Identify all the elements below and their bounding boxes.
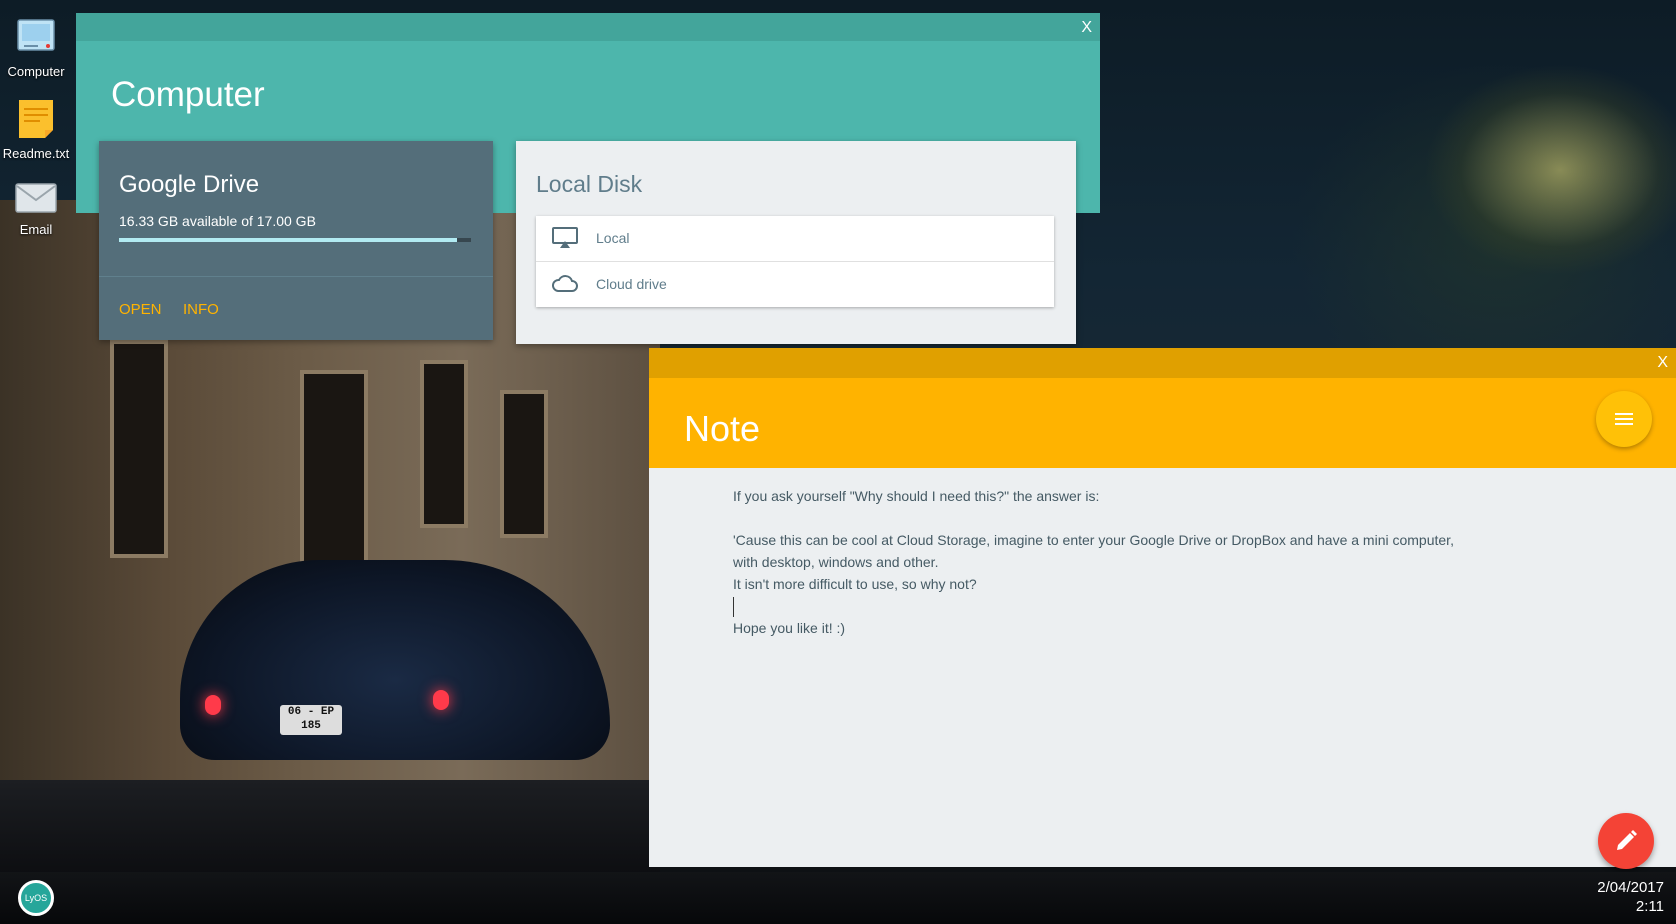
storage-text: 16.33 GB available of 17.00 GB xyxy=(119,213,316,229)
google-drive-card: Google Drive 16.33 GB available of 17.00… xyxy=(99,141,493,340)
edit-button[interactable] xyxy=(1598,813,1654,869)
note-window: X Note If you ask yourself "Why should I… xyxy=(649,348,1676,869)
menu-icon xyxy=(1615,413,1633,425)
text-caret xyxy=(733,597,734,618)
desktop-icon-email[interactable]: Email xyxy=(0,180,72,237)
card-title: Local Disk xyxy=(536,171,643,197)
storage-progress-bar xyxy=(119,238,471,242)
note-window-titlebar[interactable]: X xyxy=(649,348,1676,378)
note-header xyxy=(649,378,1676,468)
start-button[interactable]: LyOS xyxy=(18,880,54,916)
note-line: If you ask yourself "Why should I need t… xyxy=(733,488,1100,504)
pencil-icon xyxy=(1617,830,1637,850)
airplay-monitor-icon xyxy=(552,227,578,248)
note-line: It isn't more difficult to use, so why n… xyxy=(733,576,977,592)
close-button[interactable]: X xyxy=(1081,19,1092,37)
note-file-icon xyxy=(19,100,53,138)
note-line: with desktop, windows and other. xyxy=(733,554,939,570)
desktop-icon-computer[interactable]: Computer xyxy=(0,18,72,79)
clock-date: 2/04/2017 xyxy=(1597,879,1664,896)
cloud-icon xyxy=(552,275,578,292)
car-taillight xyxy=(205,695,221,715)
wallpaper-street xyxy=(0,780,660,880)
local-disk-card: Local Disk Local Cloud drive xyxy=(516,141,1076,344)
note-line xyxy=(733,507,1533,529)
disk-list: Local Cloud drive xyxy=(536,216,1054,307)
note-line-with-caret xyxy=(733,595,1533,618)
disk-item-local[interactable]: Local xyxy=(536,216,1054,262)
taskbar: LyOS 2/04/2017 2:11 xyxy=(0,872,1676,924)
disk-item-label: Local xyxy=(596,230,630,246)
clock: 2/04/2017 2:11 xyxy=(1597,878,1664,916)
info-button[interactable]: INFO xyxy=(183,301,219,318)
email-icon xyxy=(15,183,57,213)
open-button[interactable]: OPEN xyxy=(119,301,162,318)
window-title: Note xyxy=(684,408,761,449)
desktop-icon-label: Readme.txt xyxy=(2,146,70,161)
car-plate: 06 - EP 185 xyxy=(280,705,342,735)
note-text-area[interactable]: If you ask yourself "Why should I need t… xyxy=(733,485,1533,639)
card-title: Google Drive xyxy=(119,171,260,198)
disk-item-cloud-drive[interactable]: Cloud drive xyxy=(536,262,1054,307)
divider xyxy=(99,276,493,277)
storage-progress-fill xyxy=(119,238,457,242)
menu-button[interactable] xyxy=(1596,391,1652,447)
window-title: Computer xyxy=(111,75,265,114)
desktop-icon-label: Computer xyxy=(7,64,65,79)
note-line: 'Cause this can be cool at Cloud Storage… xyxy=(733,532,1454,548)
computer-window-titlebar[interactable]: X xyxy=(76,13,1100,41)
car-taillight xyxy=(433,690,449,710)
clock-time: 2:11 xyxy=(1635,898,1664,915)
desktop-icon-readme[interactable]: Readme.txt xyxy=(0,98,72,161)
disk-item-label: Cloud drive xyxy=(596,276,667,292)
desktop-icon-label: Email xyxy=(19,222,53,237)
note-line: Hope you like it! :) xyxy=(733,620,846,637)
computer-icon xyxy=(17,19,55,51)
close-button[interactable]: X xyxy=(1657,354,1668,372)
